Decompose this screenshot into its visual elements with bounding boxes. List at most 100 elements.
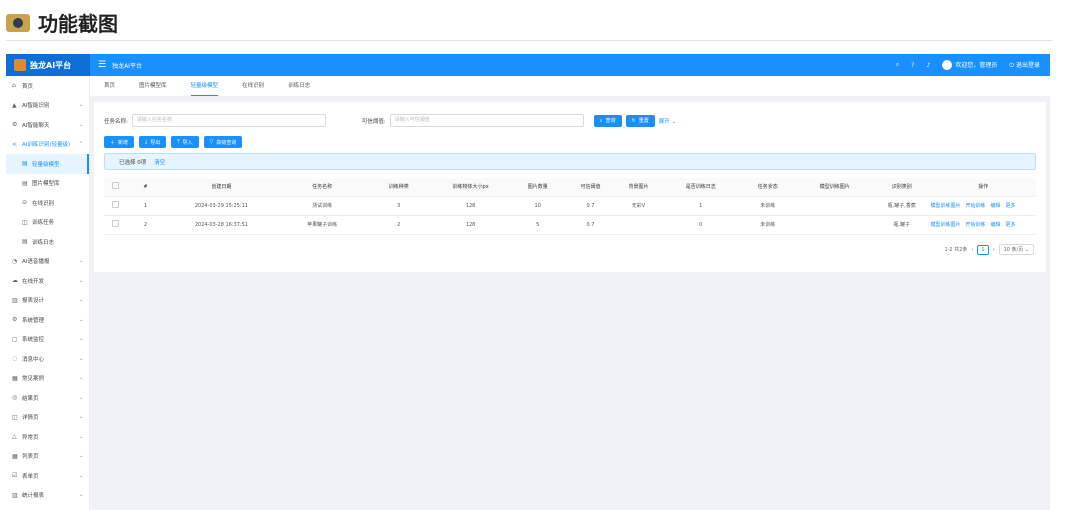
menu-fold-icon[interactable]: ☰ [98,60,106,70]
sidebar-item[interactable]: ⚙ AI智能聊天 ⌄ [6,115,89,135]
export-button[interactable]: ⤓ 导出 [139,136,167,148]
add-label: 新增 [118,139,129,146]
user-menu[interactable]: 欢迎您，管理员 [942,60,997,71]
row-action-link[interactable]: 模型训练图片 [931,203,961,209]
sidebar-item[interactable]: ▤ 图片模型库 [6,174,89,194]
sidebar-item[interactable]: ▢ 系统监控 ⌄ [6,330,89,350]
bell-icon[interactable]: ♪ [926,62,930,69]
row-action-link[interactable]: 更多 [1006,222,1016,228]
sidebar-item-label: 报表设计 [22,298,45,305]
add-button[interactable]: ＋ 新增 [104,136,135,148]
column-header: 训练物体大小px [432,178,509,197]
table-row[interactable]: 2 2024-03-28 16:37:51 苹果罐子训练 2 128 5 0.7 0 未训练 瓶,… [104,215,1036,235]
table-cell: 128 [432,196,509,216]
tab[interactable]: 图片模型库 [139,76,167,96]
expand-link[interactable]: 展开 ⌄ [659,117,676,125]
logout-button[interactable]: ⏻ 退出登录 [1009,60,1040,70]
chevron-icon: ⌄ [79,121,84,128]
sidebar-item[interactable]: ◫ 训练任务 [6,213,89,233]
reset-button[interactable]: ↻ 重置 [625,114,655,127]
import-button[interactable]: ⤒ 导入 [171,136,199,148]
sidebar-item[interactable]: ◔ AI语音播报 ⌄ [6,252,89,272]
table-body: 1 2024-03-29 15:25:11 测试训练 3 128 10 0.7 无彩V 1 未训练… [104,196,1036,235]
table-row[interactable]: 1 2024-03-29 15:25:11 测试训练 3 128 10 0.7 无彩V 1 未训练… [104,196,1036,216]
gear-icon: ⚙ [12,316,18,324]
row-action-link[interactable]: 更多 [1006,203,1016,209]
row-action-link[interactable]: 编辑 [991,222,1001,228]
sidebar-item[interactable]: ▦ 列表页 ⌄ [6,447,89,467]
page-size-select[interactable]: 10 条/页 ⌄ [998,244,1034,255]
task-table: # 创建日期 任务名称 训练种类 训练物体大小px 图片数量 可信阈值 背景图片 是否训练日志任… [104,178,1036,235]
sidebar-item[interactable]: ☑ 表单页 ⌄ [6,466,89,486]
query-button[interactable]: ⌕ 查询 [593,114,622,127]
confidence-label: 可信阈值: [361,118,386,125]
selection-count: 已选择 0项 [119,159,147,166]
row-action-link[interactable]: 开始训练 [966,222,986,228]
row-checkbox[interactable] [112,201,120,208]
table-cell: 0 [662,215,739,235]
sidebar-item[interactable]: ⚙ 系统管理 ⌄ [6,310,89,330]
table-cell: 5 [508,215,567,235]
chevron-icon: ⌄ [79,316,84,323]
clear-selection-link[interactable]: 清空 [154,158,165,166]
table-cell: 2 [127,215,164,235]
export-label: 导出 [150,139,161,146]
next-page-icon[interactable]: › [993,247,995,253]
tab[interactable]: 轻量级模型 [190,76,219,96]
select-all-checkbox[interactable] [112,182,120,190]
topbar: 独龙AI平台 ☰ 独龙AI平台 ⌕ ? ♪ 欢迎您，管理员 ⏻ 退出登录 [6,54,1050,76]
sidebar-item[interactable]: < AI训练识别(轻量级) ⌃ [6,135,89,155]
row-select-cell[interactable] [104,196,128,216]
row-action-link[interactable]: 编辑 [991,203,1001,209]
sidebar-item[interactable]: ☁ 在线开发 ⌄ [6,271,89,291]
bar-chart-icon: ▥ [12,491,18,499]
table-cell: 1 [127,196,164,216]
row-select-cell[interactable] [104,215,128,235]
brand[interactable]: 独龙AI平台 [6,54,90,76]
advanced-query-button[interactable]: ▽ 高级查询 [203,136,243,148]
column-header: 模型训练图片 [796,178,873,197]
row-checkbox[interactable] [112,220,120,227]
sidebar-item-label: 系统管理 [22,317,45,324]
table-icon: ▦ [12,452,18,460]
sidebar-item[interactable]: ▥ 报表设计 ⌄ [6,291,89,311]
sidebar-item[interactable]: △ 异常页 ⌄ [6,427,89,447]
check-icon: ◎ [12,394,18,402]
table-cell: 2 [365,215,433,235]
sidebar-item[interactable]: ⊝ 在线识别 [6,193,89,213]
table-cell: 无彩V [614,196,663,216]
page-number[interactable]: 1 [977,244,989,255]
form-icon: ◫ [22,218,28,226]
chevron-icon: ⌄ [79,297,84,304]
sidebar: ⌂ 首页 ▲ AI智能识别 ⌄ ⚙ AI智能聊天 ⌄ < AI训练识别(轻量级) ⌃ ▤ 轻量级模型 ▤ 图… [6,76,90,510]
sidebar-item[interactable]: ▤ 训练日志 [6,232,89,252]
row-actions: 模型训练图片 开始训练 编辑 更多 [930,215,1036,235]
sidebar-item[interactable]: ◫ 详情页 ⌄ [6,408,89,428]
chart-icon: ▥ [12,296,18,304]
sidebar-item[interactable]: ◌ 消息中心 ⌄ [6,349,89,369]
chevron-icon: ⌄ [79,433,84,440]
tab[interactable]: 训练日志 [288,76,310,96]
help-icon[interactable]: ? [911,62,914,69]
tab[interactable]: 首页 [104,76,115,96]
search-icon[interactable]: ⌕ [896,61,899,69]
sidebar-item[interactable]: ▥ 统计报表 ⌄ [6,486,89,506]
prev-page-icon[interactable]: ‹ [971,247,973,253]
tab[interactable]: 在线识别 [242,76,264,96]
sidebar-item-label: 详情页 [22,415,39,422]
chevron-icon: ⌄ [79,492,84,499]
task-name-input[interactable]: 请输入任务名称 [131,114,326,127]
sidebar-item[interactable]: ⌂ 首页 [6,76,89,96]
sidebar-item[interactable]: ▦ 常见案例 ⌄ [6,369,89,389]
sidebar-item[interactable]: ◎ 结果页 ⌄ [6,388,89,408]
page-size-label: 10 条/页 [1003,247,1024,253]
brand-name: 独龙AI平台 [30,60,72,70]
row-action-link[interactable]: 模型训练图片 [931,222,961,228]
row-action-link[interactable]: 开始训练 [966,203,986,209]
column-header: 任务状态 [738,178,797,197]
confidence-input[interactable]: 请输入可信阈值 [389,114,584,127]
select-all-cell[interactable] [104,178,128,197]
sidebar-item[interactable]: ▲ AI智能识别 ⌄ [6,96,89,116]
chevron-icon: ⌄ [79,258,84,265]
sidebar-item[interactable]: ▤ 轻量级模型 [6,154,89,174]
